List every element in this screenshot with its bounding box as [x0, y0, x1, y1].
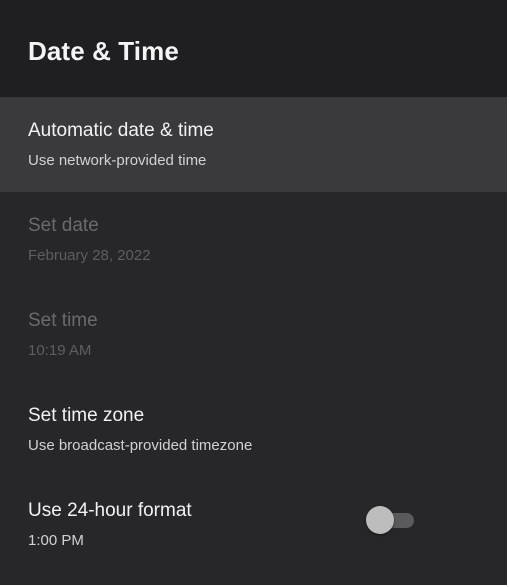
- item-subtitle: February 28, 2022: [28, 247, 151, 264]
- item-subtitle: 1:00 PM: [28, 532, 84, 549]
- set-time-item: Set time 10:19 AM: [0, 287, 507, 382]
- item-subtitle: Use broadcast-provided timezone: [28, 437, 253, 454]
- page-title: Date & Time: [28, 36, 179, 66]
- settings-panel: Date & Time Automatic date & time Use ne…: [0, 0, 509, 587]
- item-subtitle: 10:19 AM: [28, 342, 92, 359]
- set-date-item: Set date February 28, 2022: [0, 192, 507, 287]
- toggle-thumb: [366, 506, 394, 534]
- item-title: Set time zone: [28, 405, 145, 426]
- set-time-zone-item[interactable]: Set time zone Use broadcast-provided tim…: [0, 382, 507, 477]
- header: Date & Time: [0, 0, 507, 97]
- item-title: Automatic date & time: [28, 120, 214, 141]
- item-title: Use 24-hour format: [28, 500, 192, 521]
- 24-hour-format-toggle[interactable]: [366, 505, 414, 534]
- item-subtitle: Use network-provided time: [28, 152, 207, 169]
- item-title: Set date: [28, 215, 99, 236]
- item-title: Set time: [28, 310, 98, 331]
- use-24-hour-format-item[interactable]: Use 24-hour format 1:00 PM: [0, 477, 507, 572]
- automatic-date-time-item[interactable]: Automatic date & time Use network-provid…: [0, 97, 507, 192]
